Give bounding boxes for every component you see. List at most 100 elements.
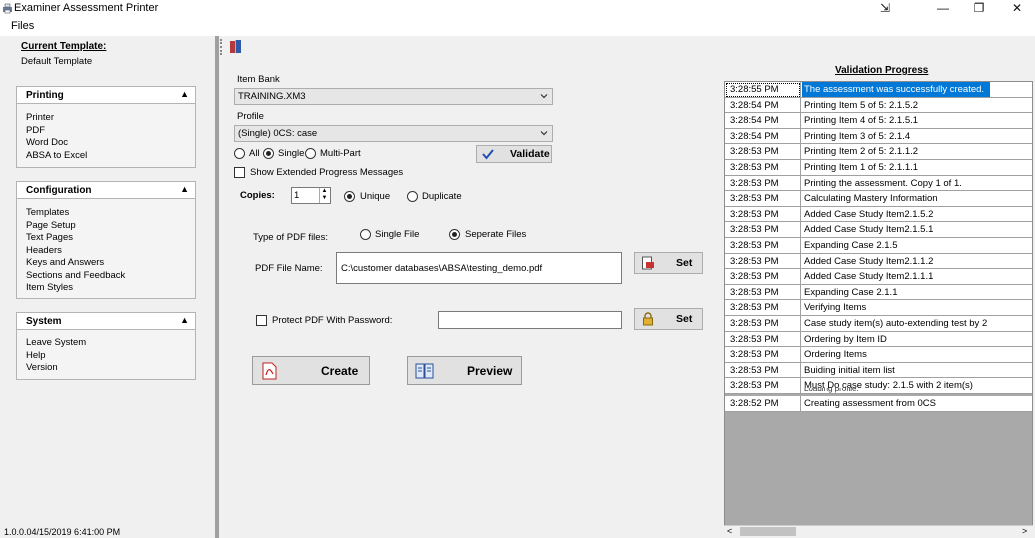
table-row[interactable]: 3:28:53 PM Must Do case study: 2.1.5 with…	[725, 378, 1032, 394]
progress-grid[interactable]: 3:28:55 PM The assessment was successfull…	[724, 81, 1033, 530]
nav-keys-and-answers[interactable]: Keys and Answers	[26, 257, 104, 268]
separate-files-radio[interactable]	[449, 229, 460, 240]
chevron-down-icon	[540, 94, 548, 99]
password-input[interactable]	[438, 311, 622, 329]
table-row[interactable]: 3:28:53 PM Ordering Items	[725, 347, 1032, 363]
time-cell: 3:28:55 PM	[725, 82, 801, 98]
message-cell: Expanding Case 2.1.1	[801, 284, 1032, 301]
message-cell: Added Case Study Item2.1.5.1	[801, 222, 1032, 238]
table-row[interactable]: 3:28:53 PM Printing the assessment. Copy …	[725, 175, 1032, 192]
book-stack-icon[interactable]	[229, 39, 243, 54]
single-file-radio[interactable]	[360, 229, 371, 240]
nav-item-styles[interactable]: Item Styles	[26, 282, 73, 293]
table-row[interactable]: 3:28:54 PM Printing Item 3 of 5: 2.1.4	[725, 128, 1032, 145]
current-template-label: Current Template:	[21, 41, 107, 52]
show-extended-checkbox[interactable]	[234, 167, 245, 178]
validate-button[interactable]: Validate	[476, 145, 552, 163]
duplicate-radio[interactable]	[407, 191, 418, 202]
nav-page-setup[interactable]: Page Setup	[26, 220, 76, 231]
create-label: Create	[321, 364, 359, 378]
message-cell: Printing the assessment. Copy 1 of 1.	[801, 175, 1032, 192]
unique-radio[interactable]	[344, 191, 355, 202]
restore-button[interactable]: ❐	[962, 0, 996, 17]
table-row[interactable]: 3:28:53 PM Expanding Case 2.1.5	[725, 238, 1032, 254]
table-row[interactable]: 3:28:53 PM Printing Item 1 of 5: 2.1.1.1	[725, 160, 1032, 176]
message-cell: Verifying Items	[801, 300, 1032, 316]
printing-group-header[interactable]: Printing ▲	[17, 87, 195, 104]
table-row[interactable]: 3:28:53 PM Added Case Study Item2.1.1.1	[725, 269, 1032, 285]
message-cell: Added Case Study Item2.1.1.2	[801, 253, 1032, 270]
table-row[interactable]: 3:28:53 PM Verifying Items	[725, 300, 1032, 316]
minimize-button[interactable]: —	[926, 0, 960, 17]
message-cell: Ordering Items	[801, 347, 1032, 363]
copies-label: Copies:	[240, 190, 275, 201]
profile-label: Profile	[237, 111, 264, 122]
nav-sections-and-feedback[interactable]: Sections and Feedback	[26, 270, 125, 281]
table-row[interactable]: 3:28:53 PM Added Case Study Item2.1.5.1	[725, 222, 1032, 238]
nav-pdf[interactable]: PDF	[26, 125, 45, 136]
collapse-caret-icon[interactable]: ▲	[180, 184, 189, 194]
set-password-button[interactable]: Set	[634, 308, 703, 330]
nav-help[interactable]: Help	[26, 350, 46, 361]
table-row[interactable]: 3:28:53 PM Added Case Study Item2.1.5.2	[725, 206, 1032, 223]
time-cell: 3:28:53 PM	[725, 284, 801, 301]
time-cell: 3:28:53 PM	[725, 222, 801, 238]
nav-text-pages[interactable]: Text Pages	[26, 232, 73, 243]
menu-files[interactable]: Files	[11, 20, 34, 32]
scroll-left-arrow-icon[interactable]: <	[727, 526, 732, 536]
pdf-document-icon	[642, 256, 654, 270]
mode-all-radio[interactable]	[234, 148, 245, 159]
item-bank-select[interactable]: TRAINING.XM3	[234, 88, 553, 105]
menu-bar	[0, 18, 1035, 36]
collapse-caret-icon[interactable]: ▲	[180, 315, 189, 325]
protect-pdf-checkbox[interactable]	[256, 315, 267, 326]
message-text: Added Case Study Item2.1.5.1	[804, 224, 934, 236]
scrollbar-thumb[interactable]	[740, 527, 796, 536]
pdf-file-name-input[interactable]: C:\customer databases\ABSA\testing_demo.…	[336, 252, 622, 284]
close-button[interactable]: ✕	[1000, 0, 1034, 17]
nav-printer[interactable]: Printer	[26, 112, 54, 123]
copies-stepper[interactable]: 1 ▲ ▼	[291, 187, 331, 204]
single-file-label: Single File	[375, 229, 420, 240]
center-panel	[219, 36, 722, 538]
mode-multi-part-radio[interactable]	[305, 148, 316, 159]
configuration-group-header[interactable]: Configuration ▲	[17, 182, 195, 199]
message-cell: Case study item(s) auto-extending test b…	[801, 316, 1032, 332]
nav-templates[interactable]: Templates	[26, 207, 69, 218]
scroll-right-arrow-icon[interactable]: >	[1022, 526, 1027, 536]
table-row[interactable]: 3:28:53 PM Ordering by Item ID	[725, 331, 1032, 348]
table-row[interactable]: 3:28:55 PM The assessment was successfull…	[725, 82, 1032, 98]
mode-single-radio[interactable]	[263, 148, 274, 159]
table-row[interactable]: 3:28:52 PM Creating assessment from 0CS	[725, 396, 1032, 412]
table-row[interactable]: 3:28:53 PM Expanding Case 2.1.1	[725, 284, 1032, 301]
item-bank-label: Item Bank	[237, 74, 280, 85]
time-cell: 3:28:53 PM	[725, 378, 801, 394]
message-text: Added Case Study Item2.1.5.2	[804, 208, 934, 220]
time-cell: 3:28:53 PM	[725, 300, 801, 316]
table-row[interactable]: 3:28:53 PM Case study item(s) auto-extend…	[725, 316, 1032, 332]
system-group-header[interactable]: System ▲	[17, 313, 195, 330]
item-bank-value: TRAINING.XM3	[238, 91, 306, 102]
preview-button[interactable]: Preview	[407, 356, 522, 385]
table-row[interactable]: 3:28:53 PM Calculating Mastery Informatio…	[725, 191, 1032, 207]
collapse-caret-icon[interactable]: ▲	[180, 89, 189, 99]
nav-headers[interactable]: Headers	[26, 245, 62, 256]
table-row[interactable]: 3:28:54 PM Printing Item 5 of 5: 2.1.5.2	[725, 97, 1032, 114]
nav-word-doc[interactable]: Word Doc	[26, 137, 68, 148]
spin-arrows-icon[interactable]: ▲ ▼	[319, 188, 329, 203]
table-row[interactable]: 3:28:53 PM Added Case Study Item2.1.1.2	[725, 253, 1032, 270]
set-pdf-name-button[interactable]: Set	[634, 252, 703, 274]
pin-icon[interactable]: ⇲	[868, 0, 902, 17]
table-row[interactable]: 3:28:53 PM Printing Item 2 of 5: 2.1.1.2	[725, 144, 1032, 160]
create-button[interactable]: Create	[252, 356, 370, 385]
nav-absa-to-excel[interactable]: ABSA to Excel	[26, 150, 87, 161]
table-row[interactable]: 3:28:53 PM Buiding initial item list	[725, 362, 1032, 379]
window-title: Examiner Assessment Printer	[14, 2, 159, 14]
profile-select[interactable]: (Single) 0CS: case	[234, 125, 553, 142]
nav-version[interactable]: Version	[26, 362, 58, 373]
toolbar-grip[interactable]	[220, 39, 223, 55]
message-text: Verifying Items	[804, 302, 867, 314]
time-cell: 3:28:54 PM	[725, 128, 801, 145]
table-row[interactable]: 3:28:54 PM Printing Item 4 of 5: 2.1.5.1	[725, 113, 1032, 129]
nav-leave-system[interactable]: Leave System	[26, 337, 86, 348]
